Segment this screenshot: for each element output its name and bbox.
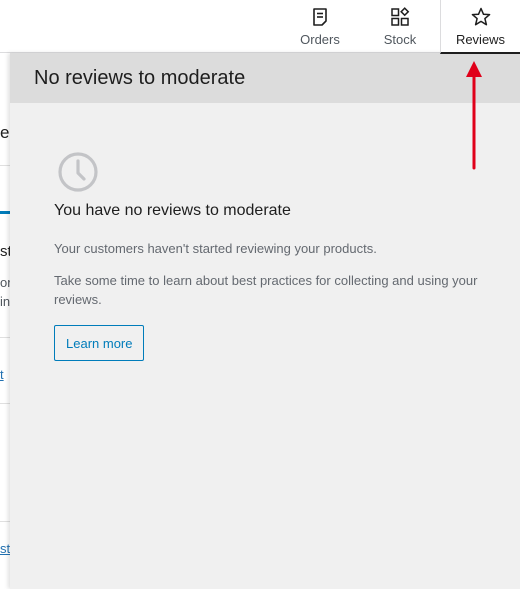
clock-icon <box>58 152 98 192</box>
learn-more-button[interactable]: Learn more <box>54 325 145 361</box>
empty-state-text: Take some time to learn about best pract… <box>54 273 478 307</box>
document-icon <box>313 8 327 26</box>
bg-fragment: in <box>0 294 11 309</box>
tab-reviews-label: Reviews <box>455 32 506 47</box>
empty-state-heading: You have no reviews to moderate <box>54 202 291 219</box>
panel-title: No reviews to moderate <box>34 66 246 89</box>
bg-link[interactable]: st <box>0 541 10 556</box>
tab-orders[interactable]: Orders <box>291 0 349 53</box>
shapes-icon <box>391 7 410 26</box>
bg-link[interactable]: t <box>0 367 4 382</box>
top-bar: Orders Stock Reviews <box>0 0 520 54</box>
tab-reviews[interactable]: Reviews <box>440 0 520 54</box>
reviews-panel: No reviews to moderate You have no revie… <box>10 53 520 589</box>
star-icon <box>471 7 490 26</box>
tab-stock[interactable]: Stock <box>370 0 430 53</box>
panel-header: No reviews to moderate <box>10 53 520 103</box>
empty-state-text: Your customers haven't started reviewing… <box>54 241 377 256</box>
tab-stock-label: Stock <box>383 32 417 47</box>
tab-orders-label: Orders <box>300 32 340 47</box>
annotation-arrow-icon <box>466 61 482 170</box>
